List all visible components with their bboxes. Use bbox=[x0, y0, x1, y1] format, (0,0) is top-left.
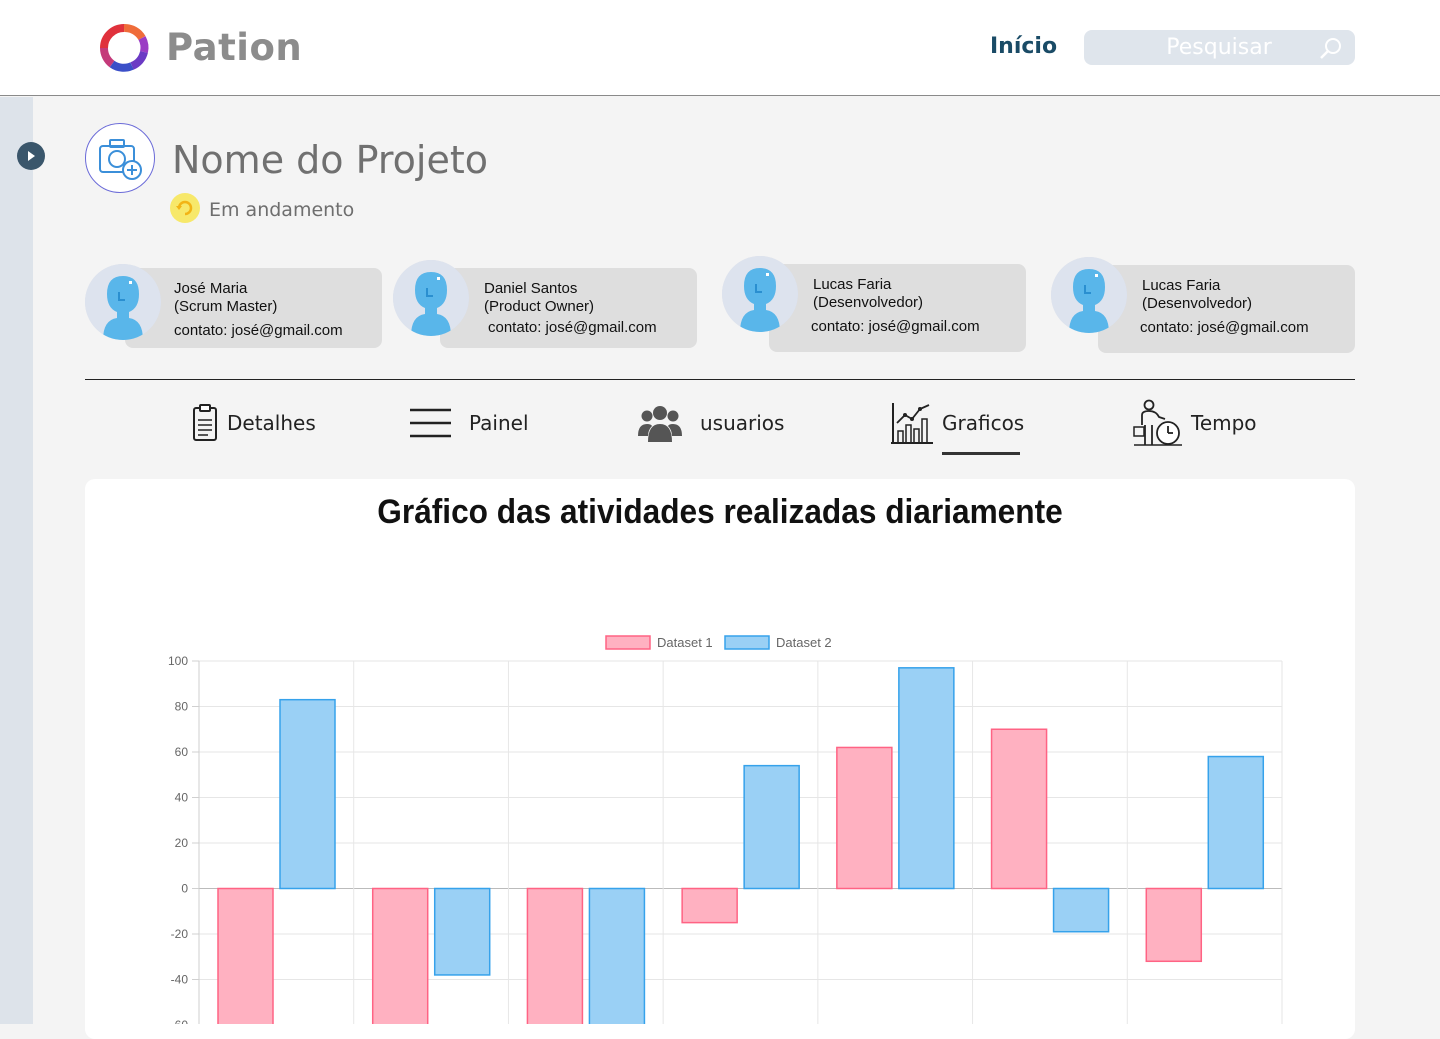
side-rail bbox=[0, 97, 33, 1024]
member-name: Lucas Faria bbox=[813, 276, 892, 293]
project-status: Em andamento bbox=[209, 199, 355, 221]
tab-painel[interactable]: Painel bbox=[409, 398, 529, 448]
user-silhouette-icon bbox=[85, 264, 161, 340]
tab-label: Painel bbox=[469, 411, 529, 435]
member-name: Lucas Faria bbox=[1142, 277, 1221, 294]
user-silhouette-icon bbox=[722, 256, 798, 332]
member-contact: contato: josé@gmail.com bbox=[811, 318, 980, 335]
brand-name[interactable]: Pation bbox=[166, 26, 302, 69]
menu-lines-icon bbox=[410, 408, 451, 438]
tab-label: usuarios bbox=[700, 411, 785, 435]
member-role: (Desenvolvedor) bbox=[1142, 295, 1253, 312]
nav-inicio-link[interactable]: Início bbox=[990, 34, 1057, 59]
section-divider bbox=[85, 379, 1355, 380]
tab-label: Graficos bbox=[942, 411, 1025, 435]
member-name: José Maria bbox=[174, 280, 248, 297]
user-silhouette-icon bbox=[1051, 257, 1127, 333]
user-silhouette-icon bbox=[393, 260, 469, 336]
clipboard-icon bbox=[193, 404, 217, 441]
tab-usuarios[interactable]: usuarios bbox=[638, 398, 784, 448]
active-tab-indicator bbox=[942, 452, 1020, 455]
member-role: (Scrum Master) bbox=[174, 298, 278, 315]
member-name: Daniel Santos bbox=[484, 280, 578, 297]
pation-logo-icon bbox=[100, 24, 149, 72]
person-clock-icon bbox=[1133, 399, 1182, 446]
chart-panel bbox=[85, 479, 1355, 1039]
tab-detalhes[interactable]: Detalhes bbox=[190, 398, 316, 448]
tab-graficos[interactable]: Graficos bbox=[890, 398, 1024, 448]
project-image-upload-button[interactable] bbox=[85, 123, 155, 193]
avatar bbox=[85, 264, 161, 340]
users-group-icon bbox=[638, 406, 682, 442]
avatar bbox=[722, 256, 798, 332]
member-role: (Desenvolvedor) bbox=[813, 294, 924, 311]
chart-icon bbox=[891, 403, 933, 444]
search-box[interactable] bbox=[1084, 30, 1355, 65]
member-contact: contato: josé@gmail.com bbox=[174, 322, 343, 339]
member-contact: contato: josé@gmail.com bbox=[488, 319, 657, 336]
chart-title: Gráfico das atividades realizadas diaria… bbox=[377, 493, 1063, 531]
search-input[interactable] bbox=[1084, 30, 1314, 65]
tab-label: Detalhes bbox=[227, 411, 316, 435]
search-icon[interactable] bbox=[1318, 36, 1344, 62]
tab-tempo[interactable]: Tempo bbox=[1133, 398, 1257, 448]
member-role: (Product Owner) bbox=[484, 298, 595, 315]
top-bar: Pation Início bbox=[0, 0, 1440, 96]
tab-label: Tempo bbox=[1191, 411, 1257, 435]
member-contact: contato: josé@gmail.com bbox=[1140, 319, 1309, 336]
status-refresh-icon bbox=[170, 193, 200, 223]
camera-add-icon bbox=[99, 139, 142, 180]
sidebar-expand-button[interactable] bbox=[17, 142, 45, 170]
avatar bbox=[393, 260, 469, 336]
avatar bbox=[1051, 257, 1127, 333]
project-title: Nome do Projeto bbox=[172, 138, 488, 182]
